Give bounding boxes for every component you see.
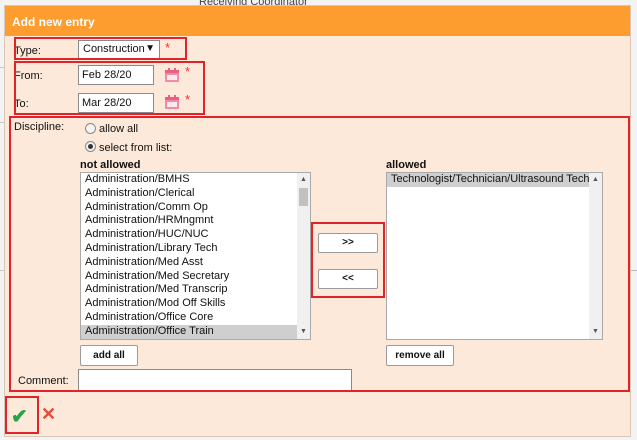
list-item[interactable]: Administration/Library Tech <box>81 242 310 256</box>
allow-all-radio[interactable] <box>85 123 96 134</box>
scroll-up-icon[interactable]: ▲ <box>589 174 602 186</box>
not-allowed-scrollbar[interactable]: ▲ ▼ <box>297 173 310 339</box>
from-calendar-icon[interactable] <box>164 67 180 83</box>
scroll-down-icon[interactable]: ▼ <box>589 326 602 338</box>
allow-all-label: allow all <box>99 123 139 135</box>
to-date-input[interactable]: Mar 28/20 <box>78 93 154 113</box>
list-item[interactable]: Administration/HUC/NUC <box>81 228 310 242</box>
from-label: From: <box>14 70 43 82</box>
to-calendar-icon[interactable] <box>164 94 180 110</box>
list-item[interactable]: Administration/Office Train <box>81 324 310 339</box>
move-left-button[interactable]: << <box>318 269 378 289</box>
list-item[interactable]: Administration/Med Secretary <box>81 270 310 284</box>
comment-label: Comment: <box>18 375 69 387</box>
list-item[interactable]: Administration/Clerical <box>81 187 310 201</box>
to-label: To: <box>14 98 29 110</box>
scroll-thumb[interactable] <box>299 188 308 206</box>
move-right-button[interactable]: >> <box>318 233 378 253</box>
allowed-scrollbar[interactable]: ▲ ▼ <box>589 173 602 339</box>
list-item[interactable]: Administration/Mod Off Skills <box>81 297 310 311</box>
allowed-header: allowed <box>386 159 427 171</box>
scroll-down-icon[interactable]: ▼ <box>297 326 310 338</box>
type-label: Type: <box>14 45 41 57</box>
discipline-label: Discipline: <box>14 121 65 133</box>
remove-all-button[interactable]: remove all <box>386 345 454 366</box>
not-allowed-items: Administration/BMHS Administration/Cleric… <box>81 173 310 339</box>
add-all-button[interactable]: add all <box>80 345 138 366</box>
from-date-input[interactable]: Feb 28/20 <box>78 65 154 85</box>
allowed-listbox[interactable]: Technologist/Technician/Ultrasound Tech … <box>386 172 603 340</box>
list-item[interactable]: Technologist/Technician/Ultrasound Tech <box>387 173 602 187</box>
list-item[interactable]: Administration/Comm Op <box>81 201 310 215</box>
scroll-up-icon[interactable]: ▲ <box>297 174 310 186</box>
from-required-mark: * <box>185 64 191 79</box>
type-select-value: Construction <box>83 43 145 55</box>
list-item[interactable]: Administration/Med Asst <box>81 256 310 270</box>
close-icon[interactable]: ✕ <box>41 404 56 425</box>
type-select[interactable]: Construction ▼ <box>78 40 160 59</box>
list-item[interactable]: Administration/Med Transcrip <box>81 283 310 297</box>
not-allowed-header: not allowed <box>80 159 141 171</box>
select-from-list-radio[interactable] <box>85 141 96 152</box>
dialog-title: Add new entry <box>5 6 630 36</box>
not-allowed-listbox[interactable]: Administration/BMHS Administration/Cleric… <box>80 172 311 340</box>
dropdown-arrow-icon: ▼ <box>145 43 155 54</box>
add-entry-dialog: Add new entry Type: Construction ▼ * Fro… <box>4 5 631 437</box>
checkmark-icon[interactable]: ✔ <box>11 404 28 429</box>
type-required-mark: * <box>165 40 171 55</box>
comment-input[interactable] <box>78 369 352 391</box>
to-required-mark: * <box>185 92 191 107</box>
list-item[interactable]: Administration/HRMngmnt <box>81 214 310 228</box>
allowed-items: Technologist/Technician/Ultrasound Tech <box>387 173 602 187</box>
select-from-list-label: select from list: <box>99 142 173 154</box>
list-item[interactable]: Administration/BMHS <box>81 173 310 187</box>
list-item[interactable]: Administration/Office Core <box>81 311 310 325</box>
